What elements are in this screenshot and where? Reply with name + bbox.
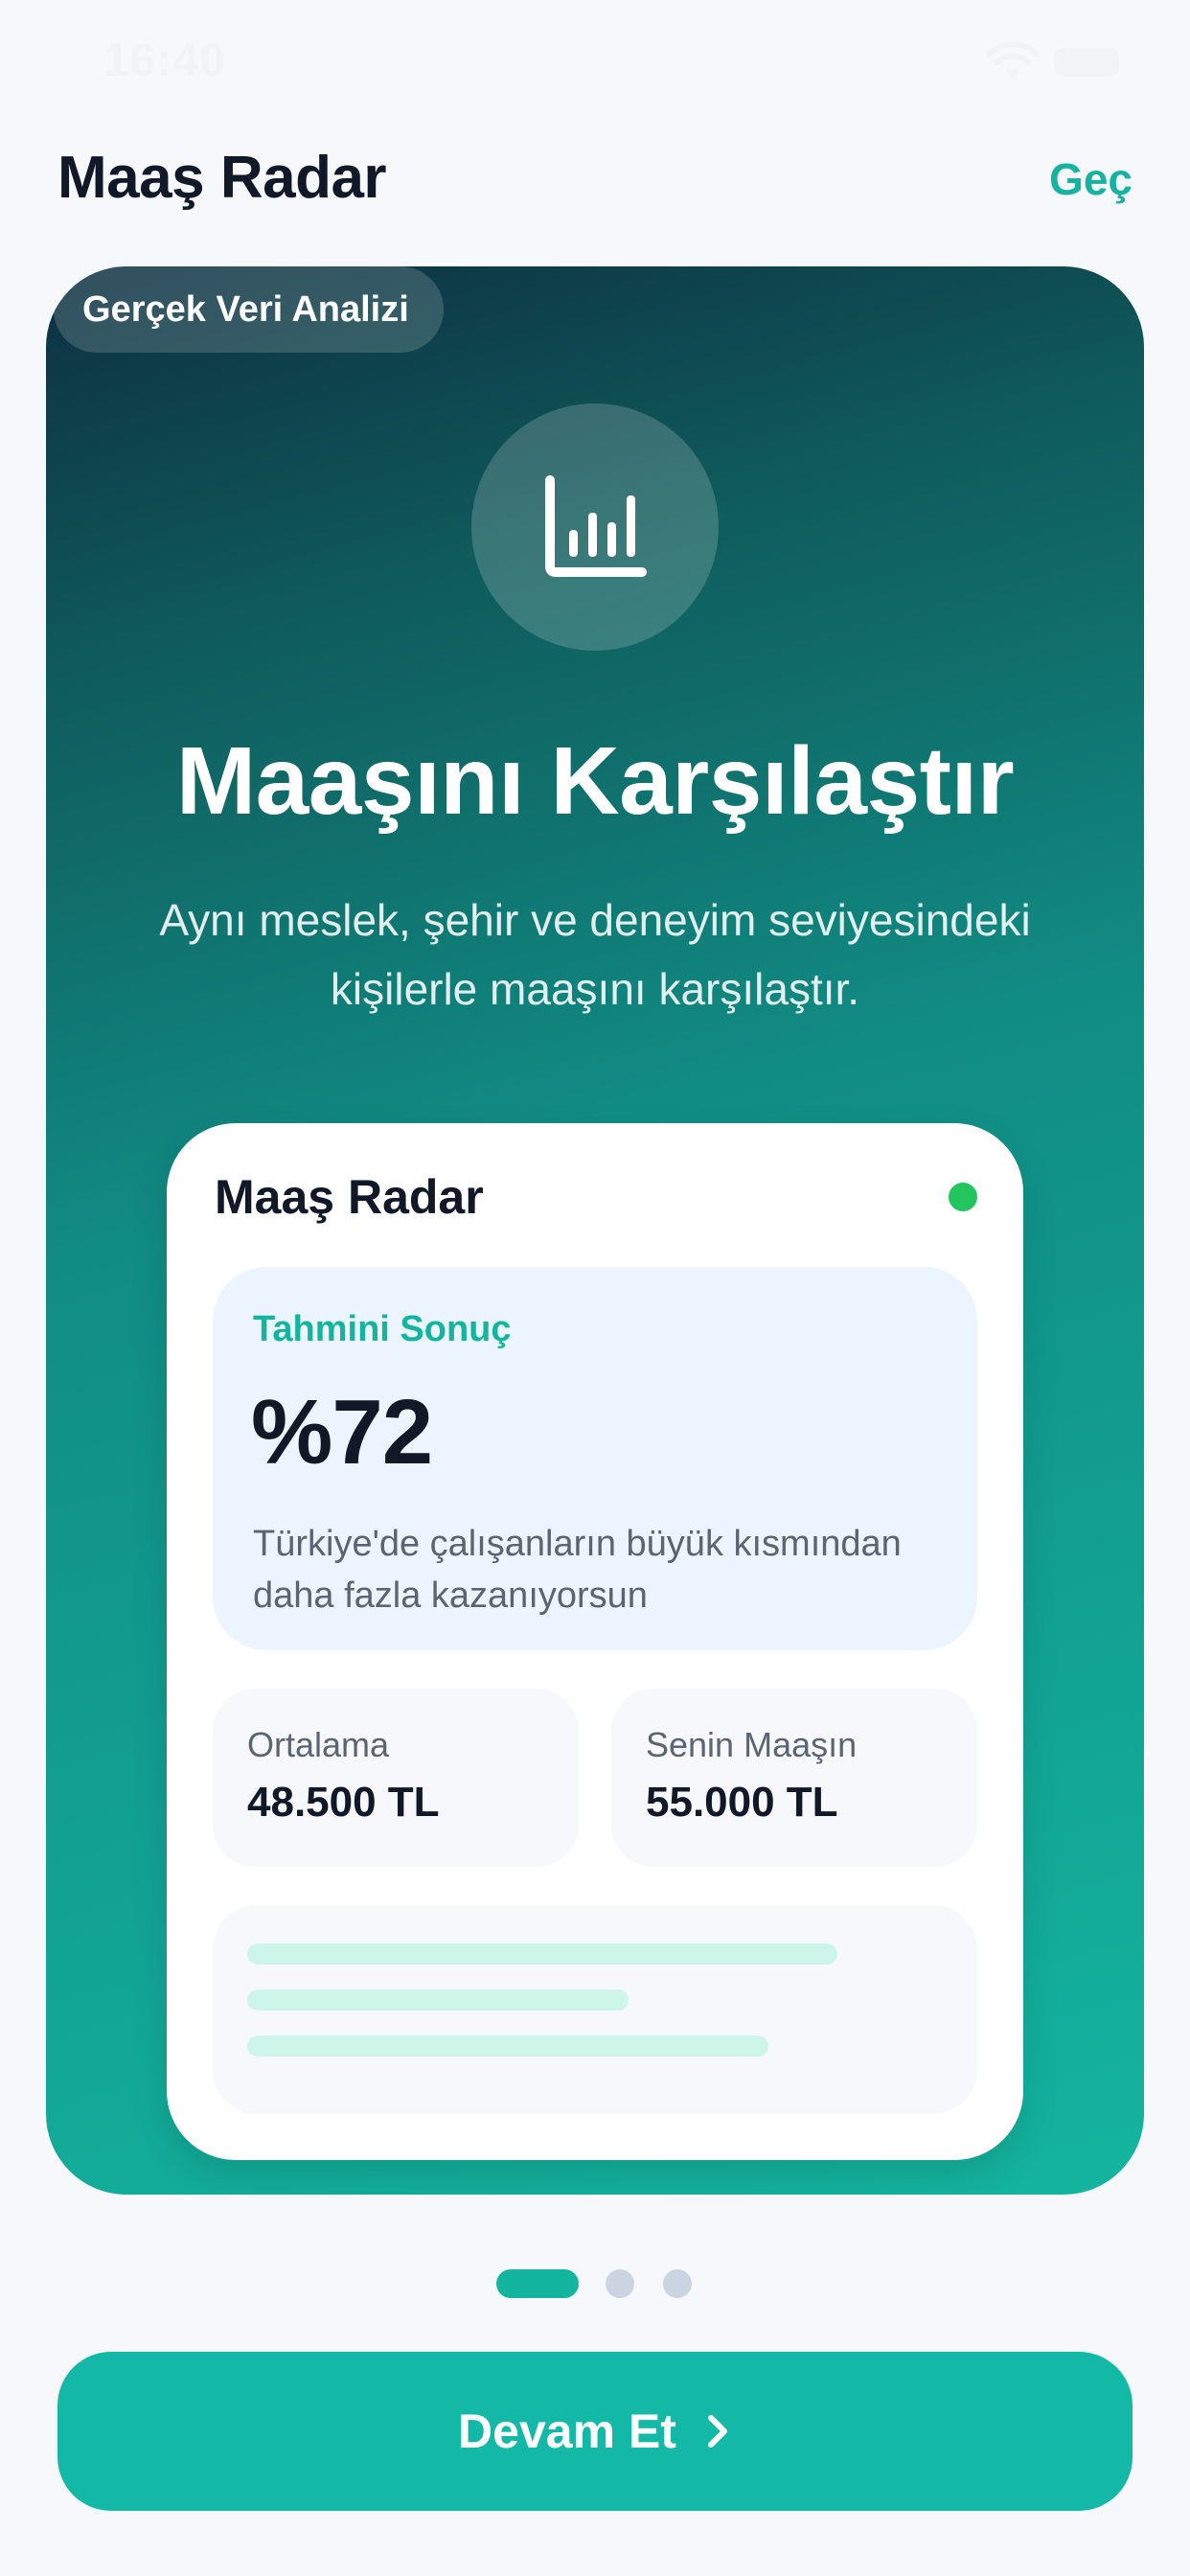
page-dot-1[interactable] [496,2269,579,2298]
page-title: Maaş Radar [57,145,387,211]
page-dot-2[interactable] [606,2269,634,2298]
your-salary-value: 55.000 TL [646,1779,838,1826]
skeleton-line [247,1990,629,2011]
continue-button[interactable]: Devam Et [57,2352,1133,2511]
hero-title: Maaşını Karşılaştır [175,727,1015,835]
hero-subtitle: Aynı meslek, şehir ve deneyim seviyesind… [159,895,1031,1014]
skeleton-placeholder [213,1905,977,2114]
onboarding-hero-card: Gerçek Veri Analizi Maaşını Karşılaştır … [46,266,1144,2195]
average-salary-value: 48.500 TL [247,1779,440,1826]
preview-card-title: Maaş Radar [215,1170,484,1224]
battery-icon [1054,48,1119,77]
result-box: Tahmini Sonuç %72 Türkiye'de çalışanları… [213,1267,977,1650]
skip-button[interactable]: Geç [1049,153,1133,205]
page-dot-3[interactable] [663,2269,692,2298]
result-label: Tahmini Sonuç [253,1309,512,1349]
status-bar: 16:40 [0,0,1190,134]
your-salary-label: Senin Maaşın [646,1725,858,1764]
page-indicator [0,2269,1190,2298]
skeleton-line [247,1944,837,1965]
status-time: 16:40 [103,35,226,86]
hero-icon-circle [471,403,719,651]
result-percentile-value: %72 [251,1381,433,1484]
hero-badge: Gerçek Veri Analizi [54,266,444,353]
skeleton-line [247,2036,768,2057]
wifi-icon [987,42,1039,79]
chevron-right-icon [707,2415,727,2448]
average-salary-label: Ortalama [247,1725,390,1764]
status-indicator-dot [949,1183,977,1211]
bar-chart-icon [545,475,647,577]
continue-button-label: Devam Et [458,2404,676,2458]
your-salary-box: Senin Maaşın 55.000 TL [611,1689,977,1867]
result-description: Türkiye'de çalışanların büyük kısmından … [253,1524,902,1616]
average-salary-box: Ortalama 48.500 TL [213,1689,579,1867]
salary-preview-card: Maaş Radar Tahmini Sonuç %72 Türkiye'de … [167,1123,1023,2160]
